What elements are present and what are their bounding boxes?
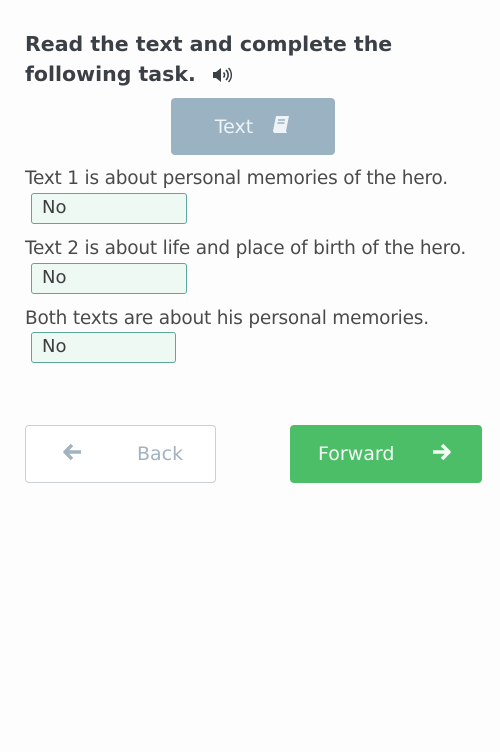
back-button-label: Back — [137, 443, 184, 465]
question-2-answer[interactable]: No — [31, 263, 187, 294]
arrow-right-icon — [431, 443, 451, 466]
question-3-statement: Both texts are about his personal memori… — [25, 308, 429, 329]
speaker-icon[interactable] — [212, 61, 232, 91]
text-button[interactable]: Text — [171, 98, 335, 155]
arrow-left-icon — [63, 443, 83, 466]
question-1-statement: Text 1 is about personal memories of the… — [25, 168, 448, 189]
question-1-answer[interactable]: No — [31, 193, 187, 224]
back-button[interactable]: Back — [25, 425, 216, 483]
question-3-answer[interactable]: No — [31, 332, 176, 363]
question-2-statement: Text 2 is about life and place of birth … — [25, 238, 467, 259]
forward-button[interactable]: Forward — [290, 425, 482, 483]
text-button-label: Text — [214, 115, 254, 138]
forward-button-label: Forward — [318, 443, 395, 465]
task-title: Read the text and complete the following… — [25, 29, 485, 91]
task-title-text: Read the text and complete the following… — [25, 32, 393, 86]
book-icon — [271, 115, 291, 139]
